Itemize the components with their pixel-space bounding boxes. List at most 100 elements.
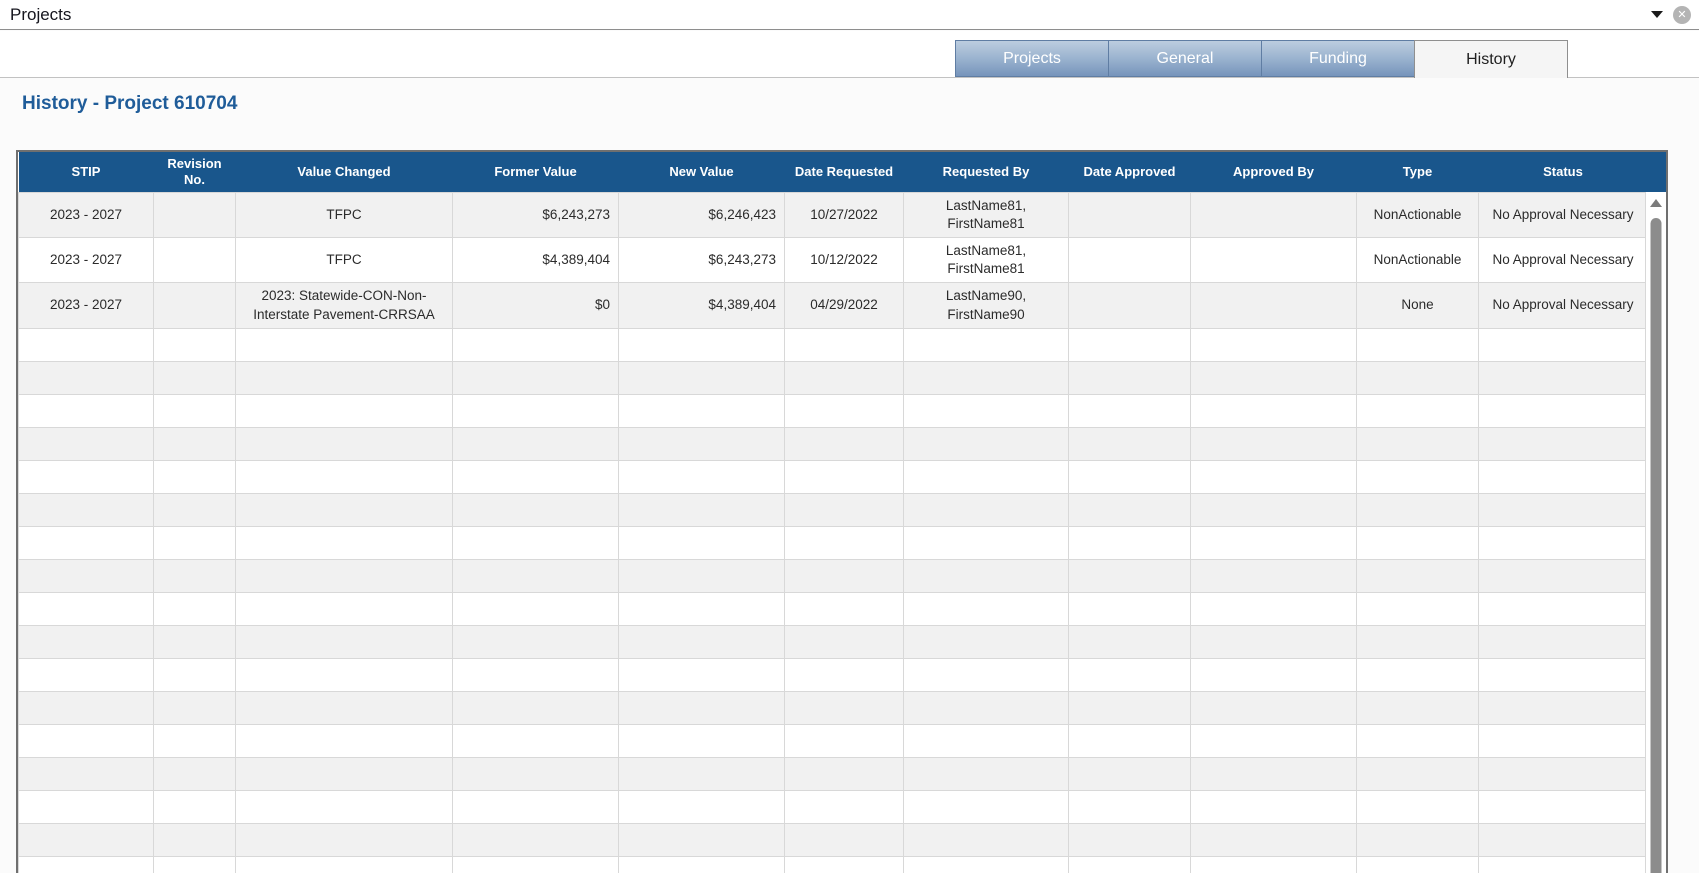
cell-empty [784,822,904,857]
cell-empty [452,657,619,692]
window-controls: ✕ [1651,5,1691,24]
cell-empty [1478,723,1645,758]
cell-empty [1068,624,1191,659]
cell-empty [1356,690,1479,725]
cell-requested-by: LastName90, FirstName90 [903,282,1069,329]
cell-empty [1190,525,1357,560]
table-row-empty [18,789,1645,824]
cell-empty [452,789,619,824]
tab-general[interactable]: General [1108,40,1262,77]
cell-empty [235,657,453,692]
cell-empty [1478,525,1645,560]
cell-empty [618,426,785,461]
cell-former-value: $0 [452,282,619,329]
cell-empty [18,360,154,395]
table-row-empty [18,426,1645,461]
cell-former-value: $4,389,404 [452,236,619,284]
cell-empty [1356,327,1479,362]
cell-empty [903,525,1069,560]
cell-empty [1068,360,1191,395]
column-header-stip: STIP [18,152,154,192]
cell-empty [1356,855,1479,873]
tab-strip: Projects General Funding History [0,31,1699,78]
close-icon[interactable]: ✕ [1673,5,1691,24]
tab-history[interactable]: History [1414,40,1568,78]
cell-empty [1190,558,1357,593]
cell-empty [18,459,154,494]
column-header-status: Status [1478,152,1645,192]
cell-empty [153,558,236,593]
cell-empty [18,822,154,857]
scrollbar-track[interactable] [1645,192,1666,873]
cell-empty [153,360,236,395]
cell-empty [1190,789,1357,824]
cell-empty [1356,360,1479,395]
cell-empty [1068,690,1191,725]
cell-approved-by [1190,191,1357,238]
cell-empty [452,855,619,873]
cell-empty [784,426,904,461]
table-row-empty [18,492,1645,527]
column-header-approved-by: Approved By [1190,152,1357,192]
cell-empty [1068,492,1191,527]
cell-empty [452,591,619,626]
cell-empty [1356,756,1479,791]
cell-empty [235,327,453,362]
cell-empty [903,624,1069,659]
cell-empty [235,855,453,873]
tab-projects[interactable]: Projects [955,40,1109,77]
cell-stip: 2023 - 2027 [18,236,154,284]
scrollbar-thumb[interactable] [1650,218,1662,873]
cell-empty [18,789,154,824]
column-header-former-value: Former Value [452,152,619,192]
table-row-empty [18,624,1645,659]
cell-revision-no [153,191,236,238]
window-title: Projects [10,4,72,24]
cell-empty [153,525,236,560]
cell-empty [1356,789,1479,824]
cell-empty [618,822,785,857]
cell-empty [18,426,154,461]
cell-value-changed: TFPC [235,191,453,238]
cell-empty [618,624,785,659]
table-row-empty [18,525,1645,560]
cell-empty [903,327,1069,362]
vertical-scrollbar[interactable] [1645,152,1666,873]
cell-empty [452,492,619,527]
history-page: History - Project 610704 STIP Revision N… [0,78,1699,873]
table-row: 2023 - 2027 TFPC $6,243,273 $6,246,423 1… [18,191,1645,238]
cell-empty [1478,657,1645,692]
scroll-up-icon[interactable] [1650,199,1662,207]
cell-empty [235,822,453,857]
cell-revision-no [153,282,236,329]
cell-empty [1190,756,1357,791]
cell-empty [784,591,904,626]
caret-down-icon[interactable] [1651,11,1663,18]
cell-empty [1190,657,1357,692]
cell-empty [1478,426,1645,461]
tab-funding[interactable]: Funding [1261,40,1415,77]
cell-empty [235,459,453,494]
cell-empty [1478,492,1645,527]
cell-empty [1478,591,1645,626]
cell-empty [1190,855,1357,873]
cell-empty [1068,657,1191,692]
cell-empty [1356,492,1479,527]
cell-empty [452,624,619,659]
cell-empty [1190,426,1357,461]
cell-empty [784,855,904,873]
cell-empty [153,492,236,527]
table-header: STIP Revision No. Value Changed Former V… [18,152,1645,192]
cell-empty [1068,756,1191,791]
cell-empty [1190,393,1357,428]
cell-empty [18,855,154,873]
cell-empty [153,822,236,857]
column-header-value-changed: Value Changed [235,152,453,192]
cell-empty [1190,723,1357,758]
cell-empty [784,327,904,362]
cell-new-value: $4,389,404 [618,282,785,329]
history-grid-main: STIP Revision No. Value Changed Former V… [18,152,1645,873]
cell-empty [235,756,453,791]
cell-empty [1068,723,1191,758]
table-row-empty [18,393,1645,428]
